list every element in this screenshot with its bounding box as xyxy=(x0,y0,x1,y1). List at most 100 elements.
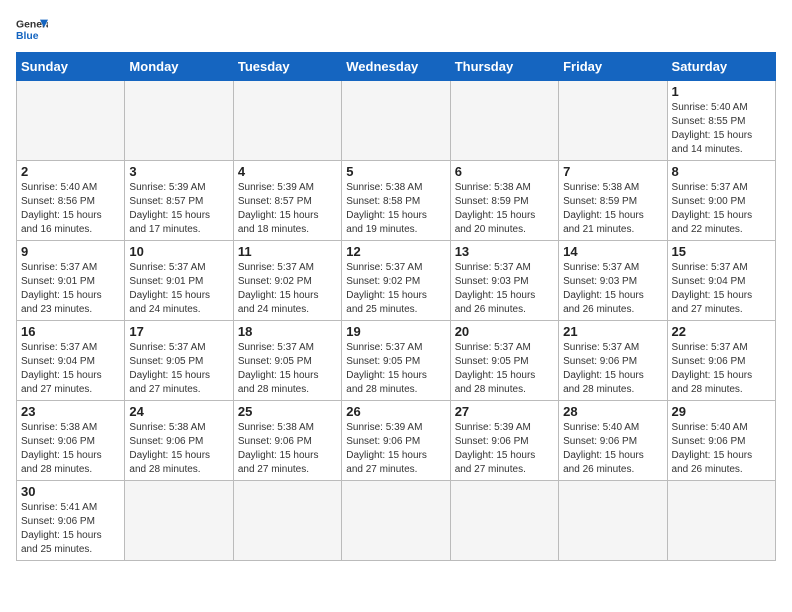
calendar-cell-28: 23Sunrise: 5:38 AM Sunset: 9:06 PM Dayli… xyxy=(17,401,125,481)
page-header: General Blue xyxy=(16,16,776,44)
day-number: 13 xyxy=(455,244,554,259)
day-info: Sunrise: 5:37 AM Sunset: 9:06 PM Dayligh… xyxy=(563,341,662,397)
calendar-row-2: 2 Sunrise: 5:40 AM Sunset: 8:56 PM Daylig… xyxy=(17,161,776,241)
day-info: Sunrise: 5:37 AM Sunset: 9:04 PM Dayligh… xyxy=(21,341,120,397)
calendar-cell-4 xyxy=(450,81,558,161)
calendar-row-5: 23 Sunrise: 5:38 AM Sunset: 9:06 PM Dayli… xyxy=(17,401,776,481)
day-info: Sunrise: 5:38 AM Sunset: 9:06 PM Dayligh… xyxy=(129,421,228,477)
day-number: 12 xyxy=(346,244,445,259)
day-number: 27 xyxy=(455,404,554,419)
calendar-cell-34: 29 Sunrise: 5:40 AM Sunset: 9:06 PM Dayli… xyxy=(667,401,775,481)
day-info: Sunrise: 5:38 AM Sunset: 8:59 PM Dayligh… xyxy=(563,181,662,237)
day-number: 4 xyxy=(238,164,337,179)
calendar-cell-0 xyxy=(17,81,125,161)
day-number: 10 xyxy=(129,244,228,259)
day-info: Sunrise: 5:38 AM Sunset: 9:06 PM Dayligh… xyxy=(238,421,337,477)
calendar-cell-20: 15Sunrise: 5:37 AM Sunset: 9:04 PM Dayli… xyxy=(667,241,775,321)
calendar-cell-38 xyxy=(342,481,450,561)
day-info: Sunrise: 5:37 AM Sunset: 9:01 PM Dayligh… xyxy=(129,261,228,317)
day-number: 20 xyxy=(455,324,554,339)
calendar-cell-37 xyxy=(233,481,341,561)
calendar-cell-24: 19 Sunrise: 5:37 AM Sunset: 9:05 PM Dayli… xyxy=(342,321,450,401)
calendar-cell-23: 18 Sunrise: 5:37 AM Sunset: 9:05 PM Dayli… xyxy=(233,321,341,401)
calendar-cell-2 xyxy=(233,81,341,161)
calendar-cell-19: 14 Sunrise: 5:37 AM Sunset: 9:03 PM Dayli… xyxy=(559,241,667,321)
calendar-cell-32: 27Sunrise: 5:39 AM Sunset: 9:06 PM Dayli… xyxy=(450,401,558,481)
day-number: 3 xyxy=(129,164,228,179)
day-number: 25 xyxy=(238,404,337,419)
day-info: Sunrise: 5:37 AM Sunset: 9:00 PM Dayligh… xyxy=(672,181,771,237)
day-info: Sunrise: 5:37 AM Sunset: 9:05 PM Dayligh… xyxy=(238,341,337,397)
day-number: 23 xyxy=(21,404,120,419)
day-number: 6 xyxy=(455,164,554,179)
day-info: Sunrise: 5:40 AM Sunset: 8:56 PM Dayligh… xyxy=(21,181,120,237)
day-number: 8 xyxy=(672,164,771,179)
day-info: Sunrise: 5:40 AM Sunset: 8:55 PM Dayligh… xyxy=(672,101,771,157)
svg-text:Blue: Blue xyxy=(16,31,39,42)
day-info: Sunrise: 5:39 AM Sunset: 8:57 PM Dayligh… xyxy=(238,181,337,237)
calendar-cell-29: 24 Sunrise: 5:38 AM Sunset: 9:06 PM Dayli… xyxy=(125,401,233,481)
weekday-header-tuesday: Tuesday xyxy=(233,53,341,81)
calendar-cell-7: 2 Sunrise: 5:40 AM Sunset: 8:56 PM Daylig… xyxy=(17,161,125,241)
day-info: Sunrise: 5:37 AM Sunset: 9:05 PM Dayligh… xyxy=(455,341,554,397)
weekday-header-monday: Monday xyxy=(125,53,233,81)
calendar-row-6: 30Sunrise: 5:41 AM Sunset: 9:06 PM Dayli… xyxy=(17,481,776,561)
calendar-cell-30: 25 Sunrise: 5:38 AM Sunset: 9:06 PM Dayli… xyxy=(233,401,341,481)
day-info: Sunrise: 5:39 AM Sunset: 8:57 PM Dayligh… xyxy=(129,181,228,237)
day-info: Sunrise: 5:40 AM Sunset: 9:06 PM Dayligh… xyxy=(672,421,771,477)
day-info: Sunrise: 5:38 AM Sunset: 8:59 PM Dayligh… xyxy=(455,181,554,237)
calendar-cell-1 xyxy=(125,81,233,161)
calendar-cell-18: 13 Sunrise: 5:37 AM Sunset: 9:03 PM Dayli… xyxy=(450,241,558,321)
calendar-cell-3 xyxy=(342,81,450,161)
calendar-cell-21: 16 Sunrise: 5:37 AM Sunset: 9:04 PM Dayli… xyxy=(17,321,125,401)
calendar-cell-9: 4 Sunrise: 5:39 AM Sunset: 8:57 PM Daylig… xyxy=(233,161,341,241)
day-info: Sunrise: 5:37 AM Sunset: 9:03 PM Dayligh… xyxy=(455,261,554,317)
calendar-cell-31: 26 Sunrise: 5:39 AM Sunset: 9:06 PM Dayli… xyxy=(342,401,450,481)
calendar-cell-16: 11 Sunrise: 5:37 AM Sunset: 9:02 PM Dayli… xyxy=(233,241,341,321)
day-number: 7 xyxy=(563,164,662,179)
day-number: 19 xyxy=(346,324,445,339)
day-number: 21 xyxy=(563,324,662,339)
day-number: 17 xyxy=(129,324,228,339)
day-info: Sunrise: 5:37 AM Sunset: 9:03 PM Dayligh… xyxy=(563,261,662,317)
weekday-header-row: SundayMondayTuesdayWednesdayThursdayFrid… xyxy=(17,53,776,81)
calendar-cell-10: 5Sunrise: 5:38 AM Sunset: 8:58 PM Daylig… xyxy=(342,161,450,241)
weekday-header-sunday: Sunday xyxy=(17,53,125,81)
calendar-cell-33: 28 Sunrise: 5:40 AM Sunset: 9:06 PM Dayli… xyxy=(559,401,667,481)
weekday-header-wednesday: Wednesday xyxy=(342,53,450,81)
calendar-cell-13: 8 Sunrise: 5:37 AM Sunset: 9:00 PM Daylig… xyxy=(667,161,775,241)
calendar-cell-35: 30Sunrise: 5:41 AM Sunset: 9:06 PM Dayli… xyxy=(17,481,125,561)
weekday-header-thursday: Thursday xyxy=(450,53,558,81)
day-number: 2 xyxy=(21,164,120,179)
day-number: 28 xyxy=(563,404,662,419)
day-number: 16 xyxy=(21,324,120,339)
calendar-cell-17: 12Sunrise: 5:37 AM Sunset: 9:02 PM Dayli… xyxy=(342,241,450,321)
calendar-cell-40 xyxy=(559,481,667,561)
calendar-row-4: 16 Sunrise: 5:37 AM Sunset: 9:04 PM Dayli… xyxy=(17,321,776,401)
day-info: Sunrise: 5:39 AM Sunset: 9:06 PM Dayligh… xyxy=(346,421,445,477)
calendar-cell-14: 9Sunrise: 5:37 AM Sunset: 9:01 PM Daylig… xyxy=(17,241,125,321)
day-number: 24 xyxy=(129,404,228,419)
day-info: Sunrise: 5:37 AM Sunset: 9:02 PM Dayligh… xyxy=(238,261,337,317)
calendar-row-3: 9Sunrise: 5:37 AM Sunset: 9:01 PM Daylig… xyxy=(17,241,776,321)
weekday-header-saturday: Saturday xyxy=(667,53,775,81)
calendar-cell-36 xyxy=(125,481,233,561)
logo: General Blue xyxy=(16,16,48,44)
calendar-cell-11: 6 Sunrise: 5:38 AM Sunset: 8:59 PM Daylig… xyxy=(450,161,558,241)
calendar-cell-15: 10 Sunrise: 5:37 AM Sunset: 9:01 PM Dayli… xyxy=(125,241,233,321)
day-info: Sunrise: 5:37 AM Sunset: 9:05 PM Dayligh… xyxy=(346,341,445,397)
calendar-cell-22: 17Sunrise: 5:37 AM Sunset: 9:05 PM Dayli… xyxy=(125,321,233,401)
day-number: 14 xyxy=(563,244,662,259)
day-number: 22 xyxy=(672,324,771,339)
calendar-table: SundayMondayTuesdayWednesdayThursdayFrid… xyxy=(16,52,776,561)
day-info: Sunrise: 5:37 AM Sunset: 9:01 PM Dayligh… xyxy=(21,261,120,317)
calendar-cell-12: 7 Sunrise: 5:38 AM Sunset: 8:59 PM Daylig… xyxy=(559,161,667,241)
day-number: 29 xyxy=(672,404,771,419)
day-number: 18 xyxy=(238,324,337,339)
day-number: 26 xyxy=(346,404,445,419)
calendar-cell-8: 3 Sunrise: 5:39 AM Sunset: 8:57 PM Daylig… xyxy=(125,161,233,241)
day-info: Sunrise: 5:40 AM Sunset: 9:06 PM Dayligh… xyxy=(563,421,662,477)
day-number: 15 xyxy=(672,244,771,259)
day-number: 11 xyxy=(238,244,337,259)
day-number: 30 xyxy=(21,484,120,499)
